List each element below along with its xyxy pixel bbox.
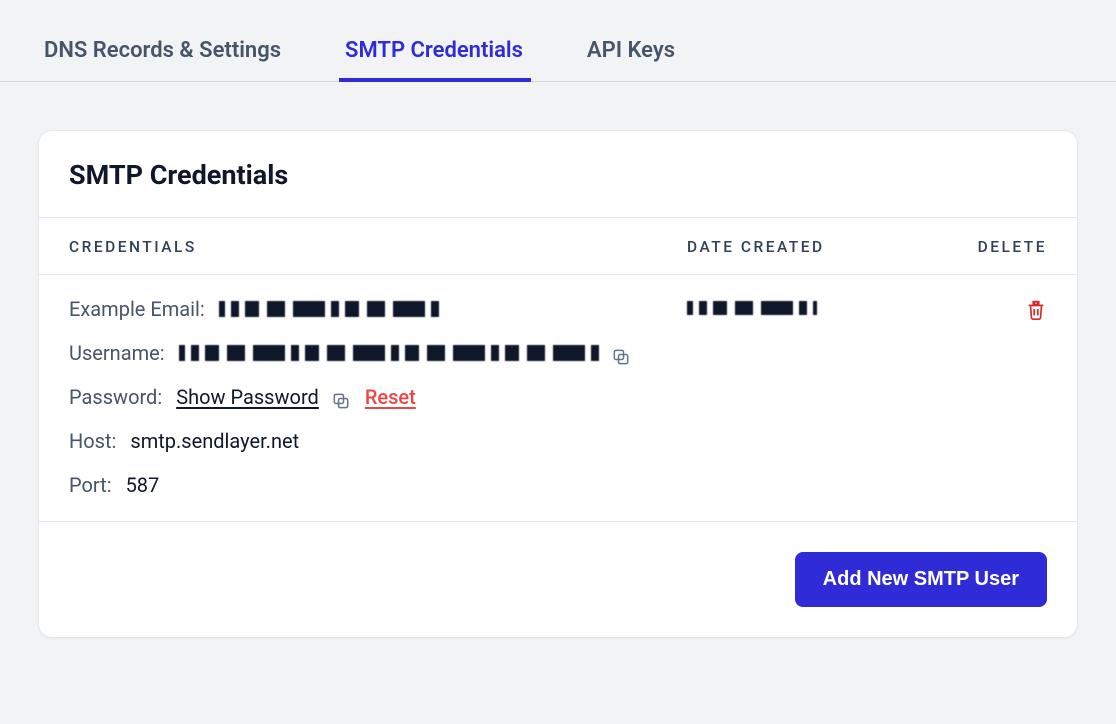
th-credentials: CREDENTIALS xyxy=(69,238,687,256)
add-smtp-user-button[interactable]: Add New SMTP User xyxy=(795,552,1047,607)
example-email-label: Example Email: xyxy=(69,297,205,321)
card-title: SMTP Credentials xyxy=(69,159,1047,191)
show-password-link[interactable]: Show Password xyxy=(176,385,319,409)
reset-password-link[interactable]: Reset xyxy=(365,385,416,409)
username-label: Username: xyxy=(69,341,165,365)
copy-username-icon[interactable] xyxy=(611,343,631,363)
date-created-value-redacted xyxy=(687,301,817,315)
th-date-created: DATE CREATED xyxy=(687,238,907,256)
username-value-redacted xyxy=(179,345,599,361)
settings-tabs: DNS Records & Settings SMTP Credentials … xyxy=(0,0,1116,82)
tab-smtp-credentials[interactable]: SMTP Credentials xyxy=(345,0,553,81)
card-footer: Add New SMTP User xyxy=(39,522,1077,637)
password-line: Password: Show Password Reset xyxy=(69,385,687,409)
credential-details: Example Email: Username: Password: Show … xyxy=(69,297,687,497)
delete-icon[interactable] xyxy=(1025,299,1047,321)
table-header: CREDENTIALS DATE CREATED DELETE xyxy=(39,217,1077,275)
host-line: Host: smtp.sendlayer.net xyxy=(69,429,687,453)
host-value: smtp.sendlayer.net xyxy=(130,429,299,453)
example-email-value-redacted xyxy=(219,301,439,317)
port-label: Port: xyxy=(69,473,112,497)
tab-api-keys[interactable]: API Keys xyxy=(587,0,705,81)
smtp-credentials-card: SMTP Credentials CREDENTIALS DATE CREATE… xyxy=(38,130,1078,638)
username-line: Username: xyxy=(69,341,687,365)
tab-dns-records[interactable]: DNS Records & Settings xyxy=(44,0,311,81)
copy-password-icon[interactable] xyxy=(331,387,351,407)
port-value: 587 xyxy=(126,473,160,497)
date-created-cell xyxy=(687,297,907,497)
password-label: Password: xyxy=(69,385,162,409)
delete-cell xyxy=(907,297,1047,497)
host-label: Host: xyxy=(69,429,116,453)
th-delete: DELETE xyxy=(907,238,1047,256)
example-email-line: Example Email: xyxy=(69,297,687,321)
port-line: Port: 587 xyxy=(69,473,687,497)
credential-row: Example Email: Username: Password: Show … xyxy=(39,275,1077,522)
card-header: SMTP Credentials xyxy=(39,131,1077,217)
